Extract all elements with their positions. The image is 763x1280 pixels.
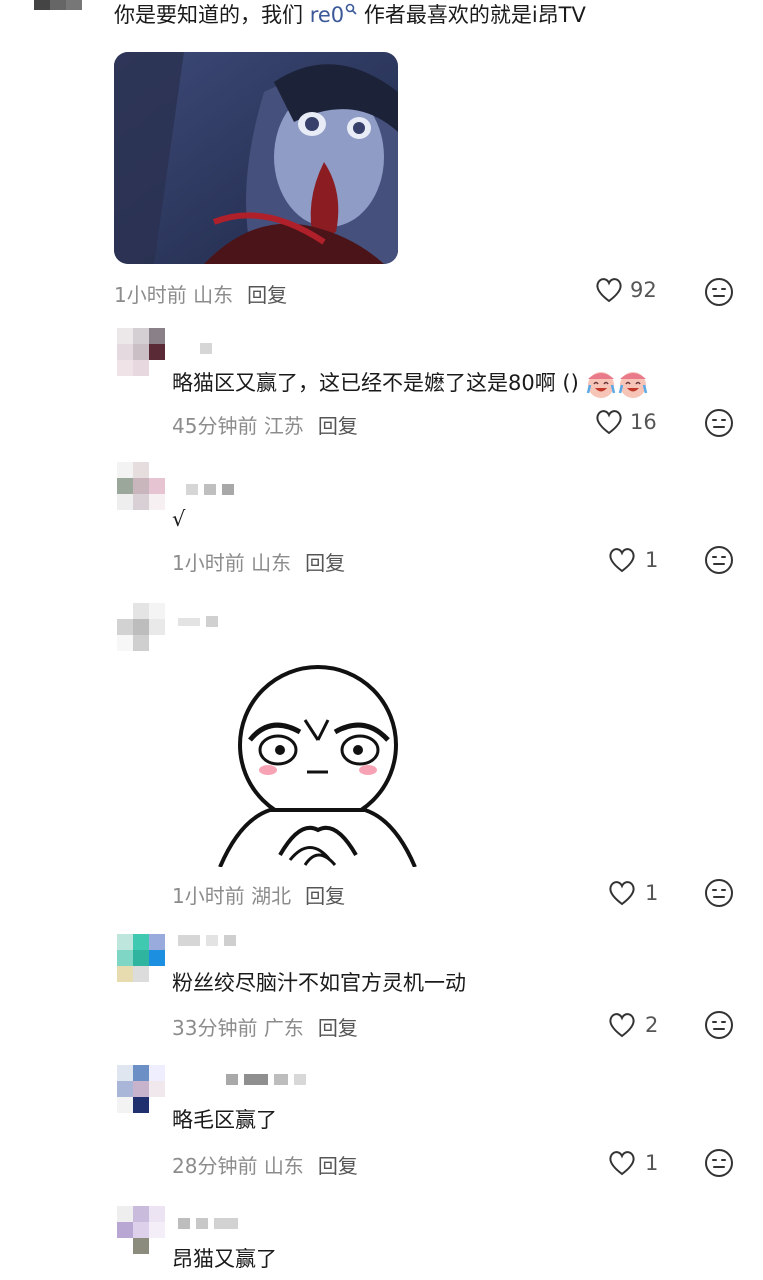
search-icon [345, 3, 357, 15]
emoji-face-icon[interactable] [704, 408, 734, 442]
avatar[interactable] [117, 1065, 165, 1113]
username[interactable] [178, 935, 236, 946]
reply-button[interactable]: 回复 [318, 414, 358, 438]
username[interactable] [226, 1074, 306, 1085]
heart-outline-icon [609, 881, 635, 906]
reply-text: 略猫区又赢了，这已经不是嬷了这是80啊 () [172, 369, 649, 399]
reply-button[interactable]: 回复 [305, 551, 345, 575]
comment-meta: 1小时前 湖北 回复 [172, 884, 346, 908]
like-button[interactable]: 2 [607, 1011, 658, 1039]
comment-text: 你是要知道的，我们 re0 作者最喜欢的就是i昂TV [114, 3, 586, 27]
comment-meta: 45分钟前 江苏 回复 [172, 414, 358, 438]
username[interactable] [178, 1218, 238, 1229]
emoji-face-icon[interactable] [704, 1148, 734, 1182]
reply-button[interactable]: 回复 [305, 884, 345, 908]
reply-text: √ [172, 507, 186, 531]
username[interactable] [200, 343, 212, 354]
reply-text: 粉丝绞尽脑汁不如官方灵机一动 [172, 971, 466, 995]
like-button[interactable]: 1 [607, 1149, 658, 1177]
reply-button[interactable]: 回复 [247, 283, 287, 307]
crying-laugh-emoji [587, 372, 616, 398]
comment-image[interactable] [114, 52, 398, 264]
heart-outline-icon [609, 1013, 635, 1038]
username[interactable] [186, 484, 234, 495]
emoji-face-icon[interactable] [704, 878, 734, 912]
crying-laugh-emoji [619, 372, 648, 398]
emoji-face-icon[interactable] [704, 1010, 734, 1044]
avatar[interactable] [117, 462, 165, 510]
comment-meta: 33分钟前 广东 回复 [172, 1016, 358, 1040]
search-link[interactable]: re0 [310, 3, 357, 27]
reply-text: 略毛区赢了 [172, 1108, 277, 1132]
avatar[interactable] [117, 1206, 165, 1254]
reply-button[interactable]: 回复 [318, 1154, 358, 1178]
comment-meta: 28分钟前 山东 回复 [172, 1154, 358, 1178]
like-button[interactable]: 16 [594, 408, 657, 436]
username[interactable] [178, 616, 218, 627]
reply-button[interactable]: 回复 [318, 1016, 358, 1040]
staring-meme-sticker[interactable] [210, 660, 425, 867]
emoji-face-icon[interactable] [704, 277, 734, 311]
like-button[interactable]: 92 [594, 276, 657, 304]
comment-meta: 1小时前 山东 回复 [114, 283, 288, 307]
heart-outline-icon [596, 278, 622, 303]
heart-outline-icon [609, 548, 635, 573]
like-button[interactable]: 1 [607, 879, 658, 907]
avatar[interactable] [34, 0, 82, 26]
comment-meta: 1小时前 山东 回复 [172, 551, 346, 575]
like-button[interactable]: 1 [607, 546, 658, 574]
emoji-face-icon[interactable] [704, 545, 734, 579]
avatar[interactable] [117, 934, 165, 982]
avatar[interactable] [117, 328, 165, 376]
reply-text: 昂猫又赢了 [172, 1247, 277, 1271]
avatar[interactable] [117, 603, 165, 651]
heart-outline-icon [609, 1151, 635, 1176]
anime-screenshot-image [114, 52, 398, 264]
heart-outline-icon [596, 410, 622, 435]
